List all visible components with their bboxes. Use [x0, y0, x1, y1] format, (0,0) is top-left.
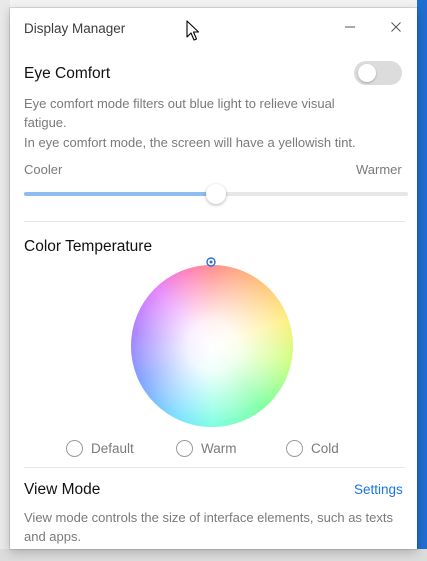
eye-comfort-description-line2: fatigue.	[24, 115, 67, 130]
radio-circle	[66, 439, 83, 457]
view-mode-settings-link[interactable]: Settings	[354, 482, 403, 497]
radio-circle	[286, 439, 303, 457]
minimize-icon	[345, 26, 355, 28]
eye-comfort-toggle[interactable]	[354, 61, 402, 85]
color-wheel-handle[interactable]	[206, 257, 216, 267]
warmth-slider[interactable]	[24, 184, 408, 204]
slider-fill	[24, 192, 216, 196]
eye-comfort-title: Eye Comfort	[24, 65, 111, 82]
divider	[24, 221, 405, 222]
color-temperature-title: Color Temperature	[24, 238, 153, 255]
display-manager-window: Display Manager Eye Comfort Eye comfort …	[10, 8, 417, 549]
window-title: Display Manager	[24, 21, 126, 36]
radio-cold-label: Cold	[311, 440, 339, 456]
color-wheel[interactable]	[131, 265, 293, 427]
close-button[interactable]	[381, 14, 411, 40]
minimize-button[interactable]	[335, 14, 365, 40]
toggle-knob	[358, 64, 376, 82]
desktop-right-edge	[417, 0, 427, 561]
view-mode-title: View Mode	[24, 481, 101, 498]
divider	[24, 467, 405, 468]
desktop-left-edge	[0, 0, 10, 561]
color-temperature-options: Default Warm Cold	[10, 437, 417, 459]
title-bar: Display Manager	[10, 8, 417, 48]
view-mode-description-line1: View mode controls the size of interface…	[24, 510, 393, 525]
eye-comfort-description-line3: In eye comfort mode, the screen will hav…	[24, 135, 356, 150]
view-mode-description-line2: and apps.	[24, 529, 82, 544]
radio-warm-label: Warm	[201, 440, 237, 456]
radio-default[interactable]: Default	[66, 437, 134, 459]
desktop-bottom-edge	[0, 549, 427, 561]
radio-cold[interactable]: Cold	[286, 437, 339, 459]
slider-max-label: Warmer	[356, 162, 402, 177]
slider-thumb[interactable]	[206, 184, 226, 204]
radio-circle	[176, 439, 193, 457]
close-icon	[391, 22, 401, 32]
eye-comfort-description-line1: Eye comfort mode filters out blue light …	[24, 96, 335, 111]
radio-default-label: Default	[91, 440, 134, 456]
slider-min-label: Cooler	[24, 162, 63, 177]
radio-warm[interactable]: Warm	[176, 437, 237, 459]
mouse-cursor-icon	[186, 20, 200, 41]
color-wheel-center-gradient	[131, 265, 293, 427]
